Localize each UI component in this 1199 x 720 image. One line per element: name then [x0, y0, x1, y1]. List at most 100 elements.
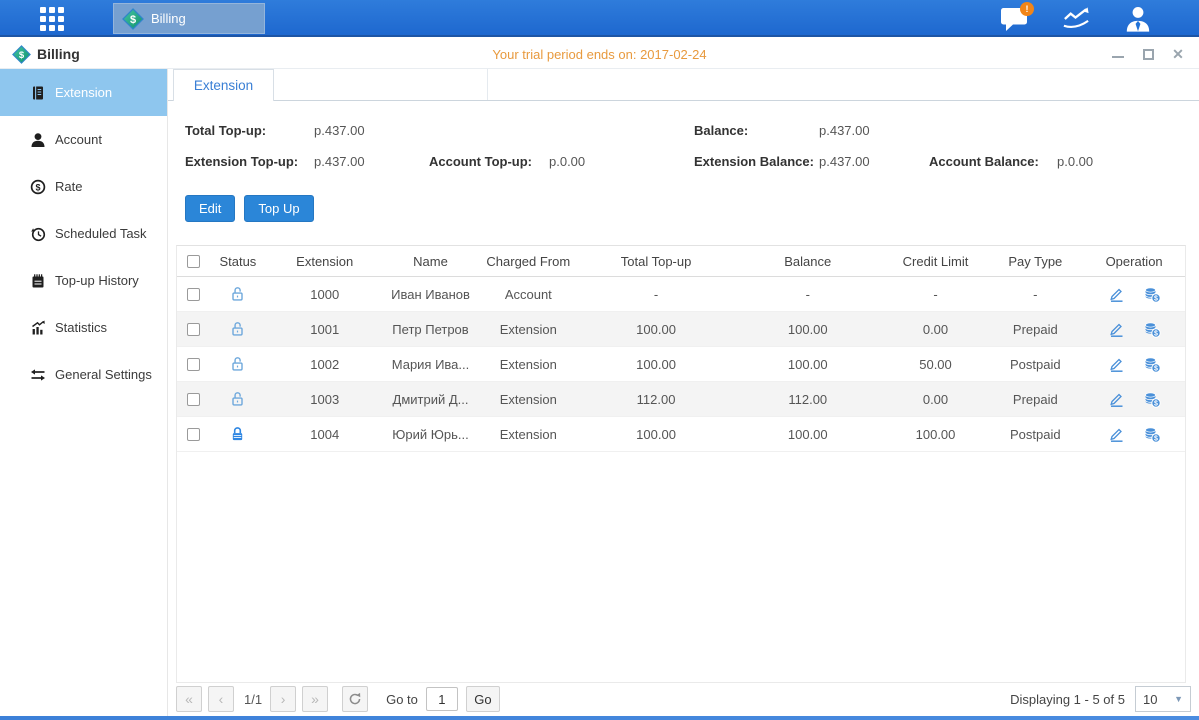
person-icon [30, 132, 46, 148]
sidebar-item-scheduled-task[interactable]: Scheduled Task [0, 210, 167, 257]
maximize-button[interactable] [1141, 47, 1155, 61]
edit-row-icon[interactable] [1108, 426, 1125, 443]
cell-pay-type: Prepaid [987, 322, 1083, 337]
edit-button[interactable]: Edit [185, 195, 235, 222]
unlocked-status-icon [230, 286, 245, 302]
caret-down-icon: ▼ [1174, 694, 1183, 704]
svg-text:$: $ [1154, 365, 1158, 372]
column-header-charged-from: Charged From [476, 254, 580, 269]
svg-text:$: $ [1154, 295, 1158, 302]
user-account-icon[interactable] [1123, 5, 1153, 33]
row-checkbox[interactable] [187, 393, 200, 406]
sidebar-item-extension[interactable]: Extension [0, 69, 167, 116]
trial-notice: Your trial period ends on: 2017-02-24 [0, 39, 1199, 69]
top-up-button[interactable]: Top Up [244, 195, 313, 222]
total-topup-value: p.437.00 [314, 123, 429, 138]
window-title: Billing [37, 46, 80, 62]
table-header-row: StatusExtensionNameCharged FromTotal Top… [177, 246, 1185, 277]
refresh-button[interactable] [342, 686, 368, 712]
go-button[interactable]: Go [466, 686, 500, 712]
top-up-row-icon[interactable]: $ [1143, 391, 1161, 408]
tab-extension[interactable]: Extension [173, 69, 274, 101]
page-size-value: 10 [1143, 692, 1157, 707]
cell-credit-limit: 0.00 [884, 322, 988, 337]
cell-pay-type: Postpaid [987, 427, 1083, 442]
cell-extension: 1003 [265, 392, 385, 407]
prev-page-button[interactable]: ‹ [208, 686, 234, 712]
table-row: 1001 Петр Петров Extension 100.00 100.00… [177, 312, 1185, 347]
cell-balance: 100.00 [732, 322, 884, 337]
cell-extension: 1001 [265, 322, 385, 337]
cell-extension: 1002 [265, 357, 385, 372]
top-up-row-icon[interactable]: $ [1143, 426, 1161, 443]
refresh-icon [348, 692, 362, 706]
table-row: 1004 Юрий Юрь... Extension 100.00 100.00… [177, 417, 1185, 452]
edit-row-icon[interactable] [1108, 391, 1125, 408]
account-balance-value: p.0.00 [1057, 154, 1093, 169]
svg-text:$: $ [130, 14, 136, 26]
summary-right: Balance: p.437.00 Extension Balance: p.4… [694, 115, 1093, 177]
sidebar-item-label: Top-up History [55, 273, 139, 288]
goto-page-input[interactable] [426, 687, 458, 711]
cell-charged-from: Extension [476, 322, 580, 337]
sidebar-item-label: Rate [55, 179, 82, 194]
top-up-row-icon[interactable]: $ [1143, 321, 1161, 338]
cell-credit-limit: 50.00 [884, 357, 988, 372]
billing-app-icon: $ [122, 8, 144, 30]
column-header-operation: Operation [1083, 254, 1185, 269]
last-page-button[interactable]: » [302, 686, 328, 712]
column-header-extension: Extension [265, 254, 385, 269]
next-page-button[interactable]: › [270, 686, 296, 712]
page-indicator: 1/1 [244, 692, 262, 707]
row-checkbox[interactable] [187, 358, 200, 371]
taskbar-item-label: Billing [151, 11, 186, 26]
sidebar-item-label: General Settings [55, 367, 152, 382]
table-row: 1002 Мария Ива... Extension 100.00 100.0… [177, 347, 1185, 382]
first-page-button[interactable]: « [176, 686, 202, 712]
top-up-row-icon[interactable]: $ [1143, 356, 1161, 373]
table-body: 1000 Иван Иванов Account - - - - $ [177, 277, 1185, 452]
sidebar-item-label: Statistics [55, 320, 107, 335]
window-titlebar: Your trial period ends on: 2017-02-24 $ … [0, 39, 1199, 69]
edit-row-icon[interactable] [1108, 286, 1125, 303]
sidebar-item-account[interactable]: Account [0, 116, 167, 163]
row-checkbox[interactable] [187, 428, 200, 441]
cell-charged-from: Extension [476, 427, 580, 442]
edit-row-icon[interactable] [1108, 321, 1125, 338]
messages-icon[interactable]: ! [999, 5, 1029, 33]
sidebar-item-topup-history[interactable]: Top-up History [0, 257, 167, 304]
taskbar-item-billing[interactable]: $ Billing [113, 3, 265, 34]
page-size-select[interactable]: 10 ▼ [1135, 686, 1191, 712]
svg-text:$: $ [1154, 330, 1158, 337]
sidebar-item-label: Account [55, 132, 102, 147]
resource-monitor-icon[interactable] [1061, 5, 1091, 33]
row-checkbox[interactable] [187, 288, 200, 301]
select-all-checkbox[interactable] [187, 255, 200, 268]
dollar-circle-icon: $ [30, 179, 46, 195]
cell-pay-type: Postpaid [987, 357, 1083, 372]
sidebar-item-label: Extension [55, 85, 112, 100]
edit-row-icon[interactable] [1108, 356, 1125, 373]
notification-badge: ! [1020, 2, 1034, 16]
column-header-credit-limit: Credit Limit [884, 254, 988, 269]
apps-grid-icon[interactable] [40, 7, 64, 31]
sidebar-item-general-settings[interactable]: General Settings [0, 351, 167, 398]
row-checkbox[interactable] [187, 323, 200, 336]
minimize-button[interactable] [1111, 47, 1125, 61]
desktop-bottom-strip [0, 716, 1199, 720]
cell-balance: 100.00 [732, 427, 884, 442]
notebook-icon [30, 273, 46, 289]
sidebar-item-statistics[interactable]: Statistics [0, 304, 167, 351]
close-button[interactable]: ✕ [1171, 47, 1185, 61]
cell-pay-type: - [987, 287, 1083, 302]
cell-total-topup: 100.00 [580, 357, 732, 372]
cell-total-topup: 112.00 [580, 392, 732, 407]
cell-charged-from: Extension [476, 357, 580, 372]
sidebar-item-rate[interactable]: $ Rate [0, 163, 167, 210]
account-topup-value: p.0.00 [549, 154, 585, 169]
table-row: 1003 Дмитрий Д... Extension 112.00 112.0… [177, 382, 1185, 417]
account-topup-label: Account Top-up: [429, 154, 549, 169]
cell-extension: 1004 [265, 427, 385, 442]
top-up-row-icon[interactable]: $ [1143, 286, 1161, 303]
cell-credit-limit: - [884, 287, 988, 302]
